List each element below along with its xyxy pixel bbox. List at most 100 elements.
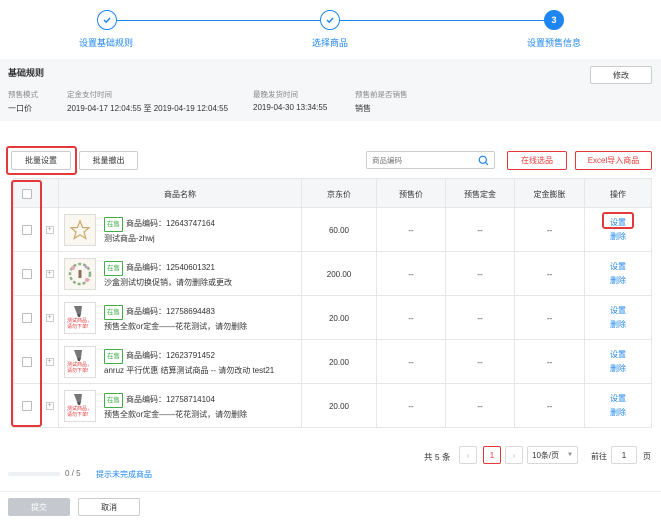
delete-link[interactable]: 删除 [610, 362, 626, 376]
edit-rules-button[interactable]: 修改 [590, 66, 652, 84]
table-row: + 测试商品， 请勿下单! 在售 商品编码：12623791452 anruz 平行优惠 … [13, 340, 652, 384]
caret-down-icon: ▼ [567, 452, 573, 458]
row-expand-cell: + [41, 208, 59, 252]
presale-deposit-cell: -- [446, 340, 515, 384]
presale-price-cell: -- [377, 340, 446, 384]
goto-page-input[interactable]: 1 [611, 446, 637, 464]
product-code: 商品编码：12623791452 [126, 351, 215, 360]
presale-deposit-cell: -- [446, 384, 515, 428]
expand-plus-icon[interactable]: + [45, 358, 54, 366]
set-link[interactable]: 设置 [610, 392, 626, 406]
search-input[interactable] [372, 152, 476, 168]
header-select-all-cell [14, 179, 41, 209]
row-checkbox[interactable] [22, 313, 32, 323]
deposit-expand-cell: -- [515, 384, 585, 428]
step-2-done-icon [320, 10, 340, 30]
footer-divider [0, 491, 661, 492]
row-checkbox[interactable] [22, 401, 32, 411]
rule-label-mode: 预售模式 [8, 90, 38, 99]
thumb-caption: 测试商品， 请勿下单! [67, 406, 92, 418]
step-connector-2 [340, 20, 545, 21]
set-link[interactable]: 设置 [610, 260, 626, 274]
page-size-select[interactable]: 10条/页 ▼ [527, 446, 578, 464]
product-code: 商品编码：12643747164 [126, 219, 215, 228]
set-link[interactable]: 设置 [610, 304, 626, 318]
operation-cell: 设置 删除 [585, 296, 651, 340]
basic-rules-title: 基础规则 [8, 68, 45, 78]
on-sale-badge: 在售 [104, 393, 123, 408]
expand-plus-icon[interactable]: + [45, 402, 54, 410]
step-1-label: 设置基础规则 [79, 38, 134, 48]
submit-button[interactable]: 提交 [8, 498, 70, 516]
pagination-next-button[interactable]: › [505, 446, 523, 464]
batch-set-button[interactable]: 批量设置 [11, 151, 71, 170]
presale-deposit-cell: -- [446, 296, 515, 340]
thumb-caption-line-2: 请勿下单! [67, 324, 89, 330]
goto-suffix: 页 [643, 452, 651, 461]
product-info: 在售 商品编码：12643747164 测试商品-zhwj [104, 217, 215, 245]
table-row: + 测试商品， 请勿下单! 在售 商品编码：12758694483 预售全款or定金——花… [13, 296, 652, 340]
row-checkbox[interactable] [22, 269, 32, 279]
rule-label-ship-time: 最晚发货时间 [253, 90, 298, 99]
chevron-left-icon: ‹ [466, 450, 470, 460]
product-code: 商品编码：12758714104 [126, 395, 215, 404]
delete-link[interactable]: 删除 [610, 406, 626, 420]
show-unfinished-link[interactable]: 提示未完成商品 [96, 469, 152, 480]
expand-plus-icon[interactable]: + [45, 314, 54, 322]
product-thumbnail: 测试商品， 请勿下单! [64, 346, 96, 378]
product-title: 测试商品-zhwj [104, 234, 155, 243]
header-jd-price: 京东价 [302, 179, 377, 209]
rule-value-deposit-time: 2019-04-17 12:04:55 至 2019-04-19 12:04:5… [67, 104, 229, 113]
product-code: 商品编码：12540601321 [126, 263, 215, 272]
select-all-checkbox[interactable] [22, 189, 32, 199]
product-thumbnail: 测试商品， 请勿下单! [64, 302, 96, 334]
pagination-page-1[interactable]: 1 [483, 446, 501, 464]
step-1-done-icon [97, 10, 117, 30]
product-code-search [366, 151, 495, 169]
on-sale-badge: 在售 [104, 305, 123, 320]
on-sale-badge: 在售 [104, 349, 123, 364]
delete-link[interactable]: 删除 [610, 230, 626, 244]
product-thumbnail [64, 258, 96, 290]
rule-value-mode: 一口价 [8, 104, 32, 113]
product-wreath-image [68, 262, 92, 286]
excel-import-button[interactable]: Excel导入商品 [575, 151, 652, 170]
delete-link[interactable]: 删除 [610, 274, 626, 288]
product-info: 在售 商品编码：12758714104 预售全款or定金——花花测试，请勿删除 [104, 393, 247, 421]
delete-link[interactable]: 删除 [610, 318, 626, 332]
header-presale-deposit: 预售定金 [446, 179, 515, 209]
pagination-prev-button[interactable]: ‹ [459, 446, 477, 464]
product-code: 商品编码：12758694483 [126, 307, 215, 316]
product-title: anruz 平行优惠 结算测试商品 -- 请勿改动 test21 [104, 366, 275, 375]
on-sale-badge: 在售 [104, 217, 123, 232]
presale-price-cell: -- [377, 296, 446, 340]
expand-plus-icon[interactable]: + [45, 226, 54, 234]
presale-price-cell: -- [377, 384, 446, 428]
set-link[interactable]: 设置 [610, 348, 626, 362]
chevron-right-icon: › [512, 450, 516, 460]
row-checkbox[interactable] [22, 357, 32, 367]
step-3-active: 3 [544, 10, 564, 30]
expand-plus-icon[interactable]: + [45, 270, 54, 278]
product-title: 预售全款or定金——花花测试，请勿删除 [104, 322, 248, 331]
table-row: + 在售 商品编码：12643747164 测试商品-zhwj 60.00 -- -- -- 设… [13, 208, 652, 252]
online-select-button[interactable]: 在线选品 [507, 151, 567, 170]
header-operation: 操作 [610, 189, 626, 199]
search-icon[interactable] [478, 155, 489, 168]
table-row: + 在售 商品编码：12540601321 沙盒测试切换促销，请勿删除或更改 200.0… [13, 252, 652, 296]
cancel-button[interactable]: 取消 [78, 498, 140, 516]
completion-progress-bar [8, 472, 60, 476]
product-info: 在售 商品编码：12540601321 沙盒测试切换促销，请勿删除或更改 [104, 261, 232, 289]
deposit-expand-cell: -- [515, 340, 585, 384]
header-deposit-expand: 定金膨胀 [515, 179, 585, 209]
page-size-value: 10条/页 [532, 450, 560, 460]
deposit-expand-cell: -- [515, 296, 585, 340]
thumb-caption-line-2: 请勿下单! [67, 412, 89, 418]
row-checkbox[interactable] [22, 225, 32, 235]
step-3-label: 设置预售信息 [527, 38, 582, 48]
row-checkbox-cell [14, 252, 41, 296]
set-link[interactable]: 设置 [610, 216, 626, 230]
row-expand-cell: + [41, 340, 59, 384]
batch-remove-button[interactable]: 批量撤出 [79, 151, 138, 170]
table-header: 商品名称 京东价 预售价 预售定金 定金膨胀 操作 [13, 178, 652, 209]
